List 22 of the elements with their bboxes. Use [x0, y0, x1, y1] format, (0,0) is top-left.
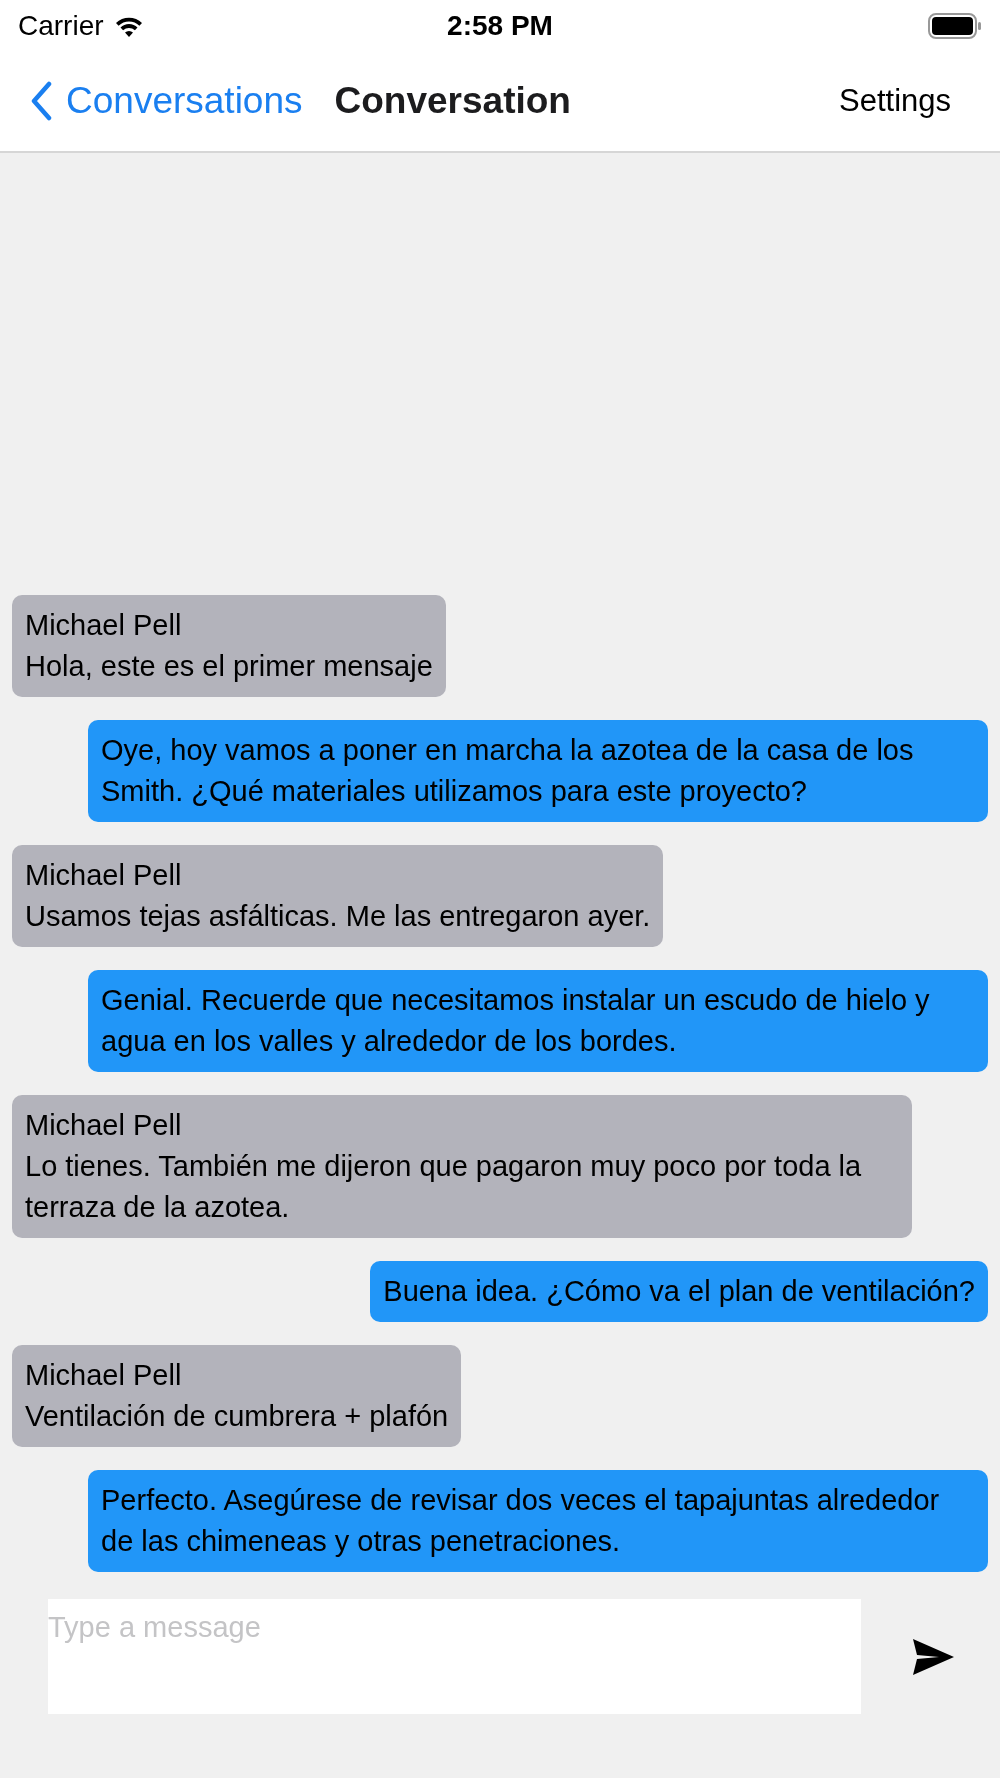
sender-name: Michael Pell — [25, 608, 183, 643]
carrier-label: Carrier — [18, 9, 104, 42]
message-text: Genial. Recuerde que necesitamos instalar un escudo de hielo y agua en los valles y alrededor de los bordes. — [101, 983, 931, 1059]
send-icon — [911, 1636, 956, 1677]
battery-icon — [928, 12, 982, 39]
settings-button[interactable]: Settings — [839, 83, 951, 119]
message-text: Usamos tejas asfálticas. Me las entregaron ayer. — [25, 899, 651, 934]
sender-name: Michael Pell — [25, 1108, 183, 1143]
message-text: Perfecto. Asegúrese de revisar dos veces el tapajuntas alrededor de las chimeneas y otras penetraciones. — [101, 1483, 941, 1559]
message-text: Oye, hoy vamos a poner en marcha la azotea de la casa de los Smith. ¿Qué materiales utilizamos para este proyecto? — [101, 733, 915, 809]
status-time: 2:58 PM — [447, 9, 553, 42]
message-input-field[interactable]: Type a message — [48, 1599, 861, 1714]
send-button[interactable] — [911, 1636, 956, 1677]
back-button[interactable]: Conversations — [30, 80, 303, 122]
message-text: Ventilación de cumbrera + plafón — [25, 1399, 449, 1434]
message-text: Buena idea. ¿Cómo va el plan de ventilación? — [383, 1274, 975, 1309]
chevron-left-icon — [30, 81, 52, 121]
screen-title: Conversation — [334, 80, 572, 122]
sender-name: Michael Pell — [25, 1358, 183, 1393]
sender-name: Michael Pell — [25, 858, 183, 893]
message-text: Lo tienes. También me dijeron que pagaron muy poco por toda la terraza de la azotea. — [25, 1149, 863, 1225]
message-text: Hola, este es el primer mensaje — [25, 649, 433, 684]
